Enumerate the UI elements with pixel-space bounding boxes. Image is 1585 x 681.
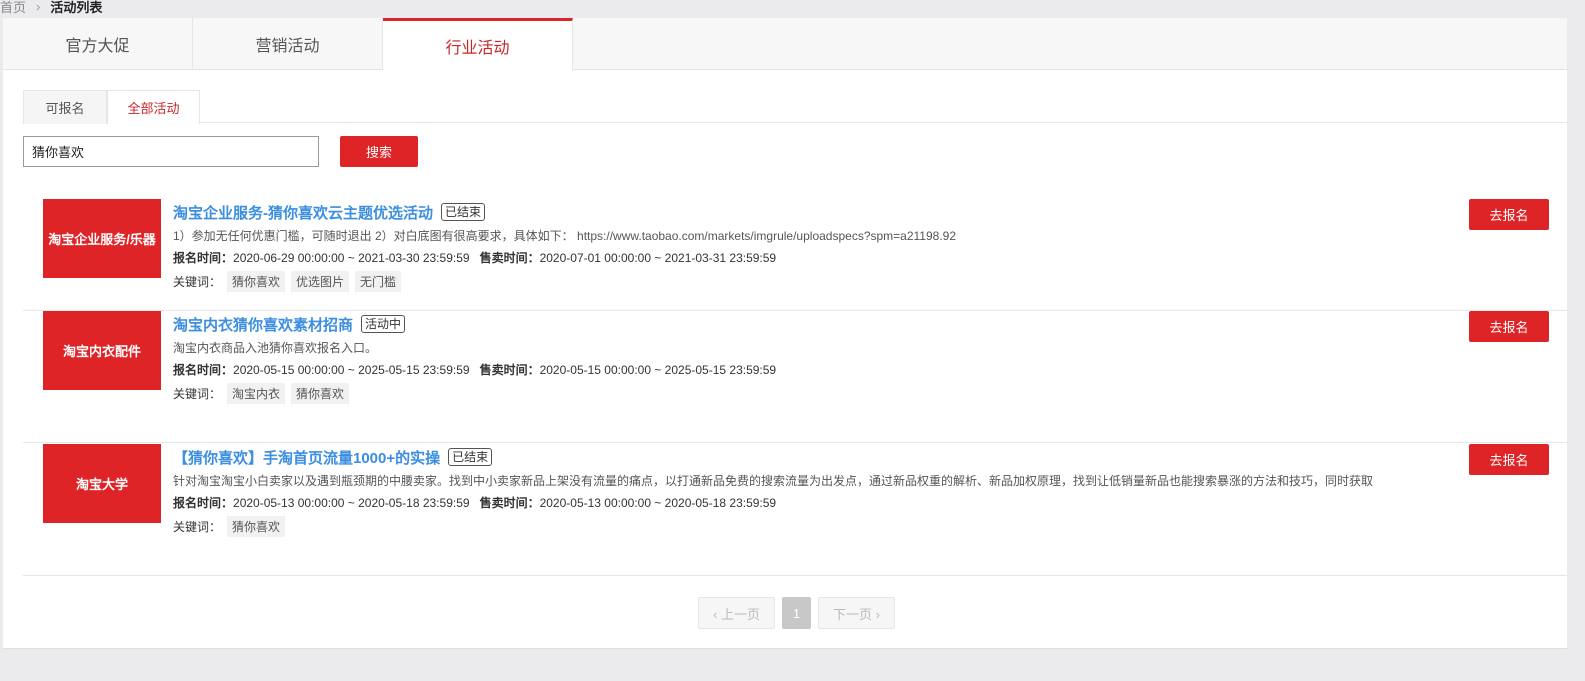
activity-description: 1）参加无任何优惠门槛，可随时退出 2）对白底图有很高要求，具体如下： http…	[173, 229, 957, 243]
activity-title[interactable]: 【猜你喜欢】手淘首页流量1000+的实操	[173, 447, 440, 468]
activity-times: 报名时间：2020-05-15 00:00:00 ~ 2025-05-15 23…	[173, 361, 776, 379]
activity-image[interactable]: 淘宝大学	[43, 444, 161, 523]
search-button[interactable]: 搜索	[340, 136, 418, 167]
keyword-tag[interactable]: 猜你喜欢	[227, 515, 286, 537]
subtab-all[interactable]: 全部活动	[107, 90, 200, 124]
keyword-tag[interactable]: 无门槛	[355, 270, 402, 292]
sale-time-label: 售卖时间：	[479, 251, 540, 265]
activity-times: 报名时间：2020-05-13 00:00:00 ~ 2020-05-18 23…	[173, 494, 1373, 512]
signup-time: 2020-05-15 00:00:00 ~ 2025-05-15 23:59:5…	[233, 363, 470, 377]
activity-title-row: 【猜你喜欢】手淘首页流量1000+的实操 已结束	[173, 447, 1373, 467]
keywords-label: 关键词：	[173, 386, 222, 401]
keyword-tag[interactable]: 优选图片	[291, 270, 350, 292]
activity-title-row: 淘宝内衣猜你喜欢素材招商 活动中	[173, 314, 776, 334]
signup-time: 2020-05-13 00:00:00 ~ 2020-05-18 23:59:5…	[233, 496, 470, 510]
main-panel: 官方大促 营销活动 行业活动 可报名 全部活动 搜索 淘宝企业服务/乐器 淘宝企…	[3, 18, 1567, 648]
signup-time-label: 报名时间：	[173, 363, 234, 377]
keywords-row: 关键词： 淘宝内衣 猜你喜欢	[173, 382, 776, 404]
keywords-label: 关键词：	[173, 274, 222, 289]
signup-time: 2020-06-29 00:00:00 ~ 2021-03-30 23:59:5…	[233, 251, 470, 265]
keywords-row: 关键词： 猜你喜欢 优选图片 无门槛	[173, 270, 956, 292]
activity-item: 淘宝企业服务/乐器 淘宝企业服务-猜你喜欢云主题优选活动 已结束 1）参加无任何优…	[23, 199, 1567, 311]
activity-item: 淘宝大学 【猜你喜欢】手淘首页流量1000+的实操 已结束 针对淘宝淘宝小白卖家以…	[23, 444, 1567, 576]
breadcrumb-current: 活动列表	[50, 0, 103, 15]
activity-info: 淘宝内衣猜你喜欢素材招商 活动中 淘宝内衣商品入池猜你喜欢报名入口。 报名时间：2…	[173, 314, 776, 404]
signup-button[interactable]: 去报名	[1469, 444, 1549, 475]
tab-industry[interactable]: 行业活动	[383, 18, 573, 71]
keywords-row: 关键词： 猜你喜欢	[173, 515, 1373, 537]
signup-time-label: 报名时间：	[173, 496, 234, 510]
activity-item: 淘宝内衣配件 淘宝内衣猜你喜欢素材招商 活动中 淘宝内衣商品入池猜你喜欢报名入口。…	[23, 311, 1567, 443]
next-page-button[interactable]: 下一页 ›	[818, 597, 895, 629]
signup-button[interactable]: 去报名	[1469, 199, 1549, 230]
activity-times: 报名时间：2020-06-29 00:00:00 ~ 2021-03-30 23…	[173, 249, 956, 267]
activity-title[interactable]: 淘宝企业服务-猜你喜欢云主题优选活动	[173, 202, 433, 223]
signup-time-label: 报名时间：	[173, 251, 234, 265]
status-badge: 已结束	[448, 448, 493, 466]
status-badge: 活动中	[361, 315, 406, 333]
sale-time-label: 售卖时间：	[479, 496, 540, 510]
activity-title-row: 淘宝企业服务-猜你喜欢云主题优选活动 已结束	[173, 202, 956, 222]
keywords-label: 关键词：	[173, 519, 222, 534]
sale-time: 2020-05-13 00:00:00 ~ 2020-05-18 23:59:5…	[539, 496, 777, 510]
tab-official-promo[interactable]: 官方大促	[3, 18, 193, 70]
breadcrumb-home[interactable]: 首页	[0, 0, 26, 16]
sale-time-label: 售卖时间：	[479, 363, 540, 377]
activity-description: 针对淘宝淘宝小白卖家以及遇到瓶颈期的中腰卖家。找到中小卖家新品上架没有流量的痛点…	[173, 474, 1374, 488]
keyword-tag[interactable]: 猜你喜欢	[227, 270, 286, 292]
divider	[3, 648, 1567, 649]
tab-marketing[interactable]: 营销活动	[193, 18, 383, 70]
chevron-right-icon: ›	[36, 0, 41, 14]
keyword-tag[interactable]: 淘宝内衣	[227, 382, 286, 404]
tab-bar: 官方大促 营销活动 行业活动	[3, 18, 1567, 71]
breadcrumb: 首页 › 活动列表	[0, 0, 102, 15]
page-1-button[interactable]: 1	[782, 597, 811, 629]
keyword-tag[interactable]: 猜你喜欢	[291, 382, 350, 404]
signup-button[interactable]: 去报名	[1469, 311, 1549, 342]
activity-info: 【猜你喜欢】手淘首页流量1000+的实操 已结束 针对淘宝淘宝小白卖家以及遇到瓶颈…	[173, 447, 1374, 537]
search-input[interactable]	[23, 136, 319, 167]
sale-time: 2020-07-01 00:00:00 ~ 2021-03-31 23:59:5…	[539, 251, 777, 265]
subtab-bar: 可报名 全部活动	[23, 90, 1567, 124]
subtab-available[interactable]: 可报名	[23, 90, 107, 124]
activity-image[interactable]: 淘宝内衣配件	[43, 311, 161, 390]
activity-image[interactable]: 淘宝企业服务/乐器	[43, 199, 161, 278]
prev-page-button[interactable]: ‹ 上一页	[698, 597, 775, 629]
activity-title[interactable]: 淘宝内衣猜你喜欢素材招商	[173, 314, 353, 335]
sale-time: 2020-05-15 00:00:00 ~ 2025-05-15 23:59:5…	[539, 363, 777, 377]
status-badge: 已结束	[441, 203, 486, 221]
activity-description: 淘宝内衣商品入池猜你喜欢报名入口。	[173, 341, 378, 355]
activity-info: 淘宝企业服务-猜你喜欢云主题优选活动 已结束 1）参加无任何优惠门槛，可随时退出 …	[173, 202, 957, 292]
